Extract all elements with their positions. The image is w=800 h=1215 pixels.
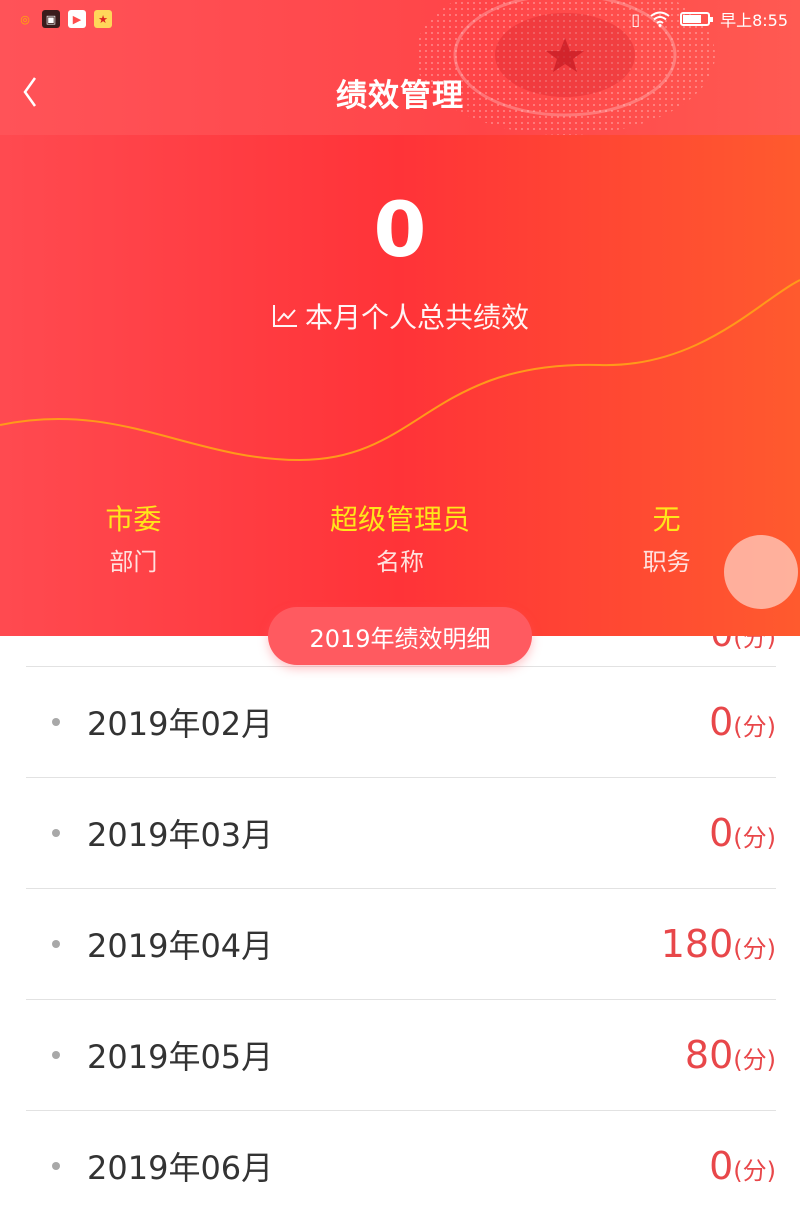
list-item[interactable]: 2019年04月 180(分) — [26, 889, 776, 1000]
vibrate-icon: ▯ — [631, 9, 641, 29]
party-badge-icon: ★ — [94, 10, 112, 28]
list-item[interactable]: 2019年03月 0(分) — [26, 778, 776, 889]
department-value: 市委 — [105, 503, 162, 536]
list-item-score: 0(分) — [710, 636, 776, 655]
position-value: 无 — [652, 503, 681, 536]
shopping-icon: ▣ — [42, 10, 60, 28]
list-item-score: 0(分) — [709, 1144, 776, 1188]
weibo-icon: ◎ — [20, 12, 30, 26]
list-item-score: 0(分) — [709, 700, 776, 744]
bullet-dot-icon — [52, 1162, 60, 1170]
list-item-score: 0(分) — [709, 811, 776, 855]
status-time: 早上8:55 — [720, 11, 788, 30]
list-item-score: 180(分) — [660, 922, 776, 966]
monthly-performance-list: 0(分) 2019年02月 0(分) 2019年03月 0(分) 2019年04… — [26, 636, 776, 1215]
video-icon: ▶ — [68, 10, 86, 28]
monthly-performance-value: 0 — [373, 185, 427, 274]
nav-bar: 绩效管理 — [0, 50, 800, 134]
name-label: 名称 — [376, 548, 424, 576]
bullet-dot-icon — [52, 829, 60, 837]
monthly-performance-label: 本月个人总共绩效 — [304, 301, 529, 334]
list-item-month: 2019年03月 — [87, 816, 274, 854]
performance-page: ◎ ▣ ▶ ★ ▯ 早上8:55 绩效管理 0 本月个人总共绩效 市委 部门 超… — [0, 0, 800, 1215]
list-item[interactable]: 2019年02月 0(分) — [26, 667, 776, 778]
yearly-detail-button[interactable]: 2019年绩效明细 — [268, 607, 532, 665]
bullet-dot-icon — [52, 718, 60, 726]
floating-assist-button[interactable] — [724, 535, 798, 609]
trend-chart-icon — [272, 305, 297, 327]
bullet-dot-icon — [52, 1051, 60, 1059]
list-item[interactable]: 2019年06月 0(分) — [26, 1111, 776, 1215]
back-button[interactable] — [12, 72, 48, 112]
battery-icon — [680, 12, 714, 26]
list-item-month: 2019年06月 — [87, 1149, 274, 1187]
page-title: 绩效管理 — [336, 77, 464, 114]
chevron-left-icon — [23, 77, 37, 107]
info-department: 市委 部门 — [0, 500, 267, 584]
list-item-month: 2019年05月 — [87, 1038, 274, 1076]
list-item[interactable]: 2019年05月 80(分) — [26, 1000, 776, 1111]
department-label: 部门 — [109, 548, 158, 576]
list-item-month: 2019年02月 — [87, 705, 274, 743]
user-info-row: 市委 部门 超级管理员 名称 无 职务 — [0, 500, 800, 584]
monthly-performance-label-row: 本月个人总共绩效 — [0, 296, 800, 336]
info-name: 超级管理员 名称 — [267, 500, 534, 584]
bullet-dot-icon — [52, 940, 60, 948]
header-banner: ◎ ▣ ▶ ★ ▯ 早上8:55 绩效管理 0 本月个人总共绩效 市委 部门 超… — [0, 0, 800, 636]
list-item-month: 2019年04月 — [87, 927, 274, 965]
list-item-score: 80(分) — [684, 1033, 776, 1077]
status-bar: ◎ ▣ ▶ ★ ▯ 早上8:55 — [0, 0, 800, 38]
wifi-icon — [650, 11, 670, 27]
name-value: 超级管理员 — [330, 503, 471, 536]
